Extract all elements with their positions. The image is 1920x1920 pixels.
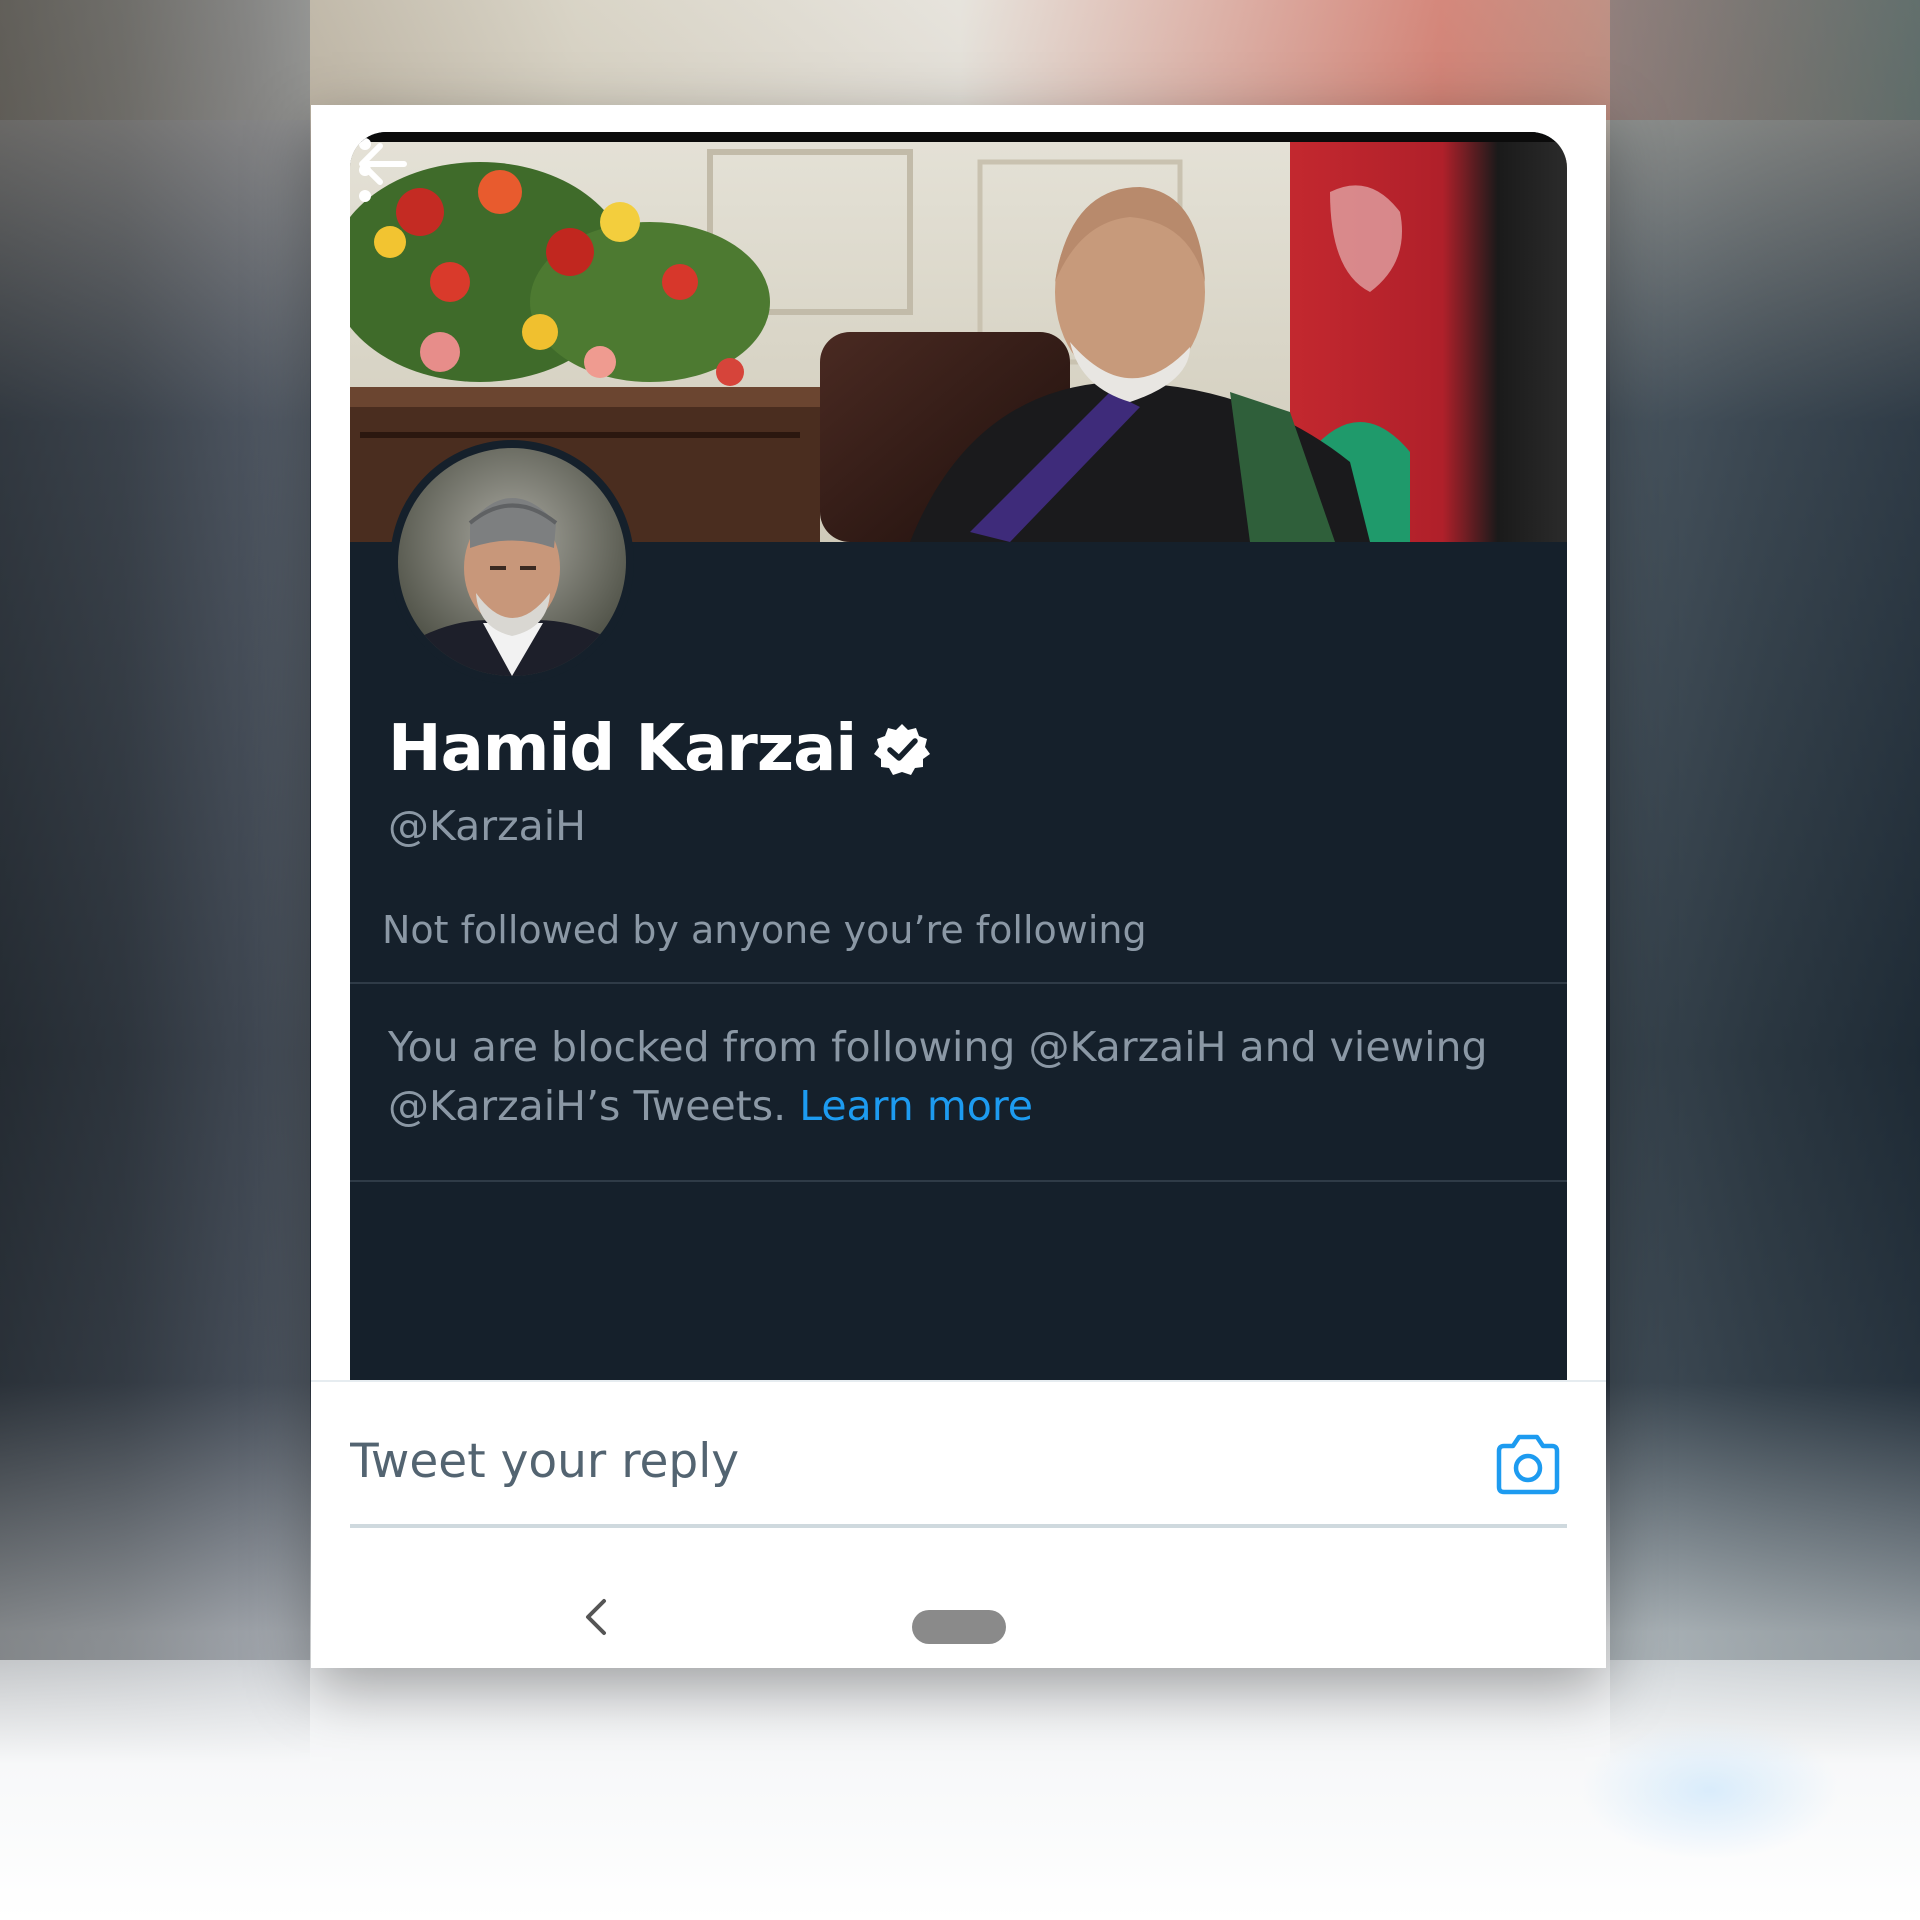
more-vertical-icon[interactable] bbox=[350, 132, 380, 208]
background-blur-accent bbox=[1580, 1720, 1840, 1860]
camera-icon[interactable] bbox=[1493, 1431, 1563, 1497]
followed-by-text: Not followed by anyone you’re following bbox=[382, 908, 1147, 952]
verified-badge-icon bbox=[874, 724, 931, 775]
reply-underline bbox=[350, 1524, 1567, 1528]
home-pill[interactable] bbox=[912, 1610, 1006, 1644]
reply-bar-divider bbox=[311, 1380, 1606, 1382]
blocked-notice: You are blocked from following @KarzaiH … bbox=[388, 1018, 1508, 1136]
phone-frame: Hamid Karzai @KarzaiH Not followed by an… bbox=[311, 105, 1606, 1668]
reply-bar bbox=[350, 1401, 1567, 1521]
learn-more-link[interactable]: Learn more bbox=[799, 1082, 1033, 1130]
display-name: Hamid Karzai bbox=[388, 712, 857, 786]
reply-input[interactable] bbox=[350, 1401, 1450, 1521]
divider bbox=[350, 1180, 1567, 1182]
avatar-image bbox=[398, 448, 626, 676]
background-blur-right bbox=[1610, 0, 1920, 1920]
divider bbox=[350, 982, 1567, 984]
avatar[interactable] bbox=[390, 440, 634, 684]
chevron-left-icon[interactable] bbox=[578, 1595, 614, 1639]
name-row: Hamid Karzai bbox=[388, 712, 931, 786]
profile-handle: @KarzaiH bbox=[388, 802, 587, 850]
profile-screen: Hamid Karzai @KarzaiH Not followed by an… bbox=[350, 132, 1567, 1380]
background-blur-left bbox=[0, 0, 310, 1920]
